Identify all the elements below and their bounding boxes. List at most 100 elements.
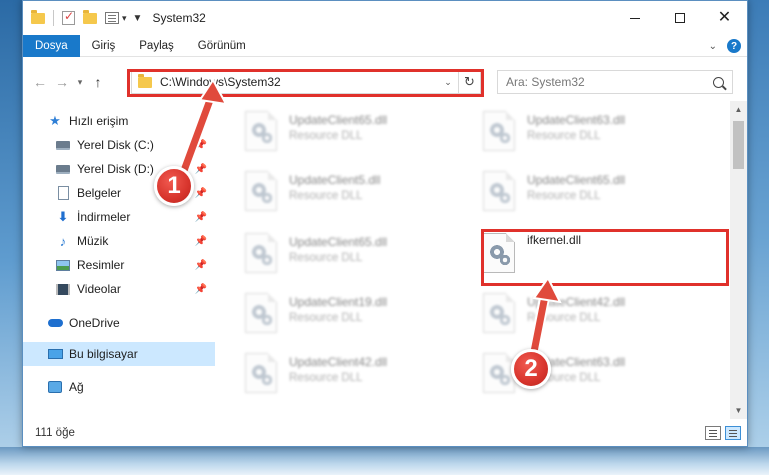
- tab-giris[interactable]: Giriş: [80, 40, 128, 52]
- file-name: UpdateClient65.dll: [289, 235, 388, 249]
- properties-check-icon[interactable]: [62, 9, 75, 25]
- window-controls: ✕: [612, 1, 747, 35]
- nav-item-label: Belgeler: [77, 186, 122, 200]
- file-name: UpdateClient65.dll: [289, 113, 388, 127]
- nav-item-label: Bu bilgisayar: [69, 347, 138, 361]
- nav-item-pictures[interactable]: Resimler 📌: [23, 253, 215, 277]
- nav-item-label: İndirmeler: [77, 210, 131, 224]
- pin-icon[interactable]: 📌: [195, 260, 207, 271]
- pin-icon[interactable]: 📌: [195, 212, 207, 223]
- nav-item-local-disk-c[interactable]: Yerel Disk (C:) 📌: [23, 133, 215, 157]
- new-folder-icon[interactable]: [83, 9, 97, 25]
- vertical-scrollbar[interactable]: ▲ ▼: [730, 101, 747, 419]
- minimize-icon: [629, 17, 640, 19]
- forward-arrow-icon[interactable]: →: [51, 74, 73, 90]
- tab-dosya[interactable]: Dosya: [23, 34, 80, 57]
- file-name: UpdateClient65.dll: [527, 173, 626, 187]
- customize-toolbar-icon[interactable]: ▼: [133, 13, 143, 24]
- chevron-down-icon[interactable]: ▾: [122, 13, 127, 24]
- file-tile[interactable]: UpdateClient65.dll Resource DLL: [245, 109, 475, 159]
- expand-ribbon-chevron-icon[interactable]: ⌄: [709, 41, 717, 52]
- cloud-icon: [47, 315, 63, 331]
- nav-item-network[interactable]: Ağ: [23, 375, 215, 399]
- dll-file-icon: [245, 111, 277, 151]
- folder-icon: [31, 9, 45, 25]
- nav-item-label: Ağ: [69, 380, 84, 394]
- desktop-background-bottom: [0, 447, 769, 475]
- file-tile[interactable]: UpdateClient42.dll Resource DLL: [245, 351, 475, 401]
- file-type: Resource DLL: [527, 190, 601, 202]
- file-tile[interactable]: UpdateClient63.dll Resource DLL: [483, 109, 713, 159]
- nav-item-onedrive[interactable]: OneDrive: [23, 311, 215, 335]
- pin-icon[interactable]: 📌: [195, 236, 207, 247]
- file-name: UpdateClient42.dll: [289, 355, 388, 369]
- nav-item-label: OneDrive: [69, 316, 120, 330]
- search-placeholder: Ara: System32: [506, 75, 585, 89]
- nav-item-this-pc[interactable]: Bu bilgisayar: [23, 342, 215, 366]
- details-view-icon[interactable]: [705, 426, 721, 440]
- file-type: Resource DLL: [289, 252, 363, 264]
- file-tile[interactable]: UpdateClient42.dll Resource DLL: [483, 291, 713, 341]
- dll-file-icon: [245, 233, 277, 273]
- file-type: Resource DLL: [289, 312, 363, 324]
- tab-paylas[interactable]: Paylaş: [127, 40, 186, 52]
- file-type: Resource DLL: [289, 130, 363, 142]
- scroll-down-icon[interactable]: ▼: [730, 402, 747, 419]
- maximize-button[interactable]: [657, 1, 702, 35]
- search-input[interactable]: Ara: System32: [497, 70, 733, 94]
- file-type: Resource DLL: [527, 312, 601, 324]
- file-tile[interactable]: UpdateClient65.dll Resource DLL: [483, 169, 713, 219]
- dll-file-icon: [245, 353, 277, 393]
- nav-item-label: Yerel Disk (D:): [77, 162, 154, 176]
- file-tile[interactable]: UpdateClient19.dll Resource DLL: [245, 291, 475, 341]
- music-icon: ♪: [59, 233, 67, 249]
- view-toggles: [705, 426, 741, 440]
- nav-item-music[interactable]: ♪ Müzik 📌: [23, 229, 215, 253]
- pin-icon[interactable]: 📌: [195, 164, 207, 175]
- pictures-icon: [55, 257, 71, 273]
- scroll-thumb[interactable]: [733, 121, 744, 169]
- drive-icon: [55, 137, 71, 153]
- nav-item-downloads[interactable]: ⬇ İndirmeler 📌: [23, 205, 215, 229]
- nav-item-label: Resimler: [77, 258, 125, 272]
- large-icons-view-icon[interactable]: [725, 426, 741, 440]
- dll-file-icon: [245, 293, 277, 333]
- tab-gorunum[interactable]: Görünüm: [186, 40, 258, 52]
- pin-icon[interactable]: 📌: [195, 140, 207, 151]
- navigation-pane: ★ Hızlı erişim Yerel Disk (C:) 📌 Yerel D…: [23, 107, 215, 417]
- nav-item-quick-access[interactable]: ★ Hızlı erişim: [23, 109, 215, 133]
- drive-icon: [55, 161, 71, 177]
- dll-file-icon: [483, 111, 515, 151]
- dll-file-icon: [245, 171, 277, 211]
- scroll-up-icon[interactable]: ▲: [730, 101, 747, 118]
- search-icon[interactable]: [713, 76, 724, 88]
- file-tile[interactable]: UpdateClient5.dll Resource DLL: [245, 169, 475, 219]
- address-highlight-box: [127, 69, 484, 97]
- dll-file-icon: [483, 353, 515, 393]
- recent-locations-chevron-icon[interactable]: ▾: [73, 77, 87, 88]
- nav-item-videos[interactable]: Videolar 📌: [23, 277, 215, 301]
- window-title: System32: [152, 11, 206, 25]
- nav-item-label: Yerel Disk (C:): [77, 138, 154, 152]
- close-button[interactable]: ✕: [702, 1, 747, 35]
- help-icon[interactable]: ?: [727, 39, 741, 53]
- pin-icon[interactable]: 📌: [195, 284, 207, 295]
- pin-icon[interactable]: 📌: [195, 188, 207, 199]
- download-icon: ⬇: [57, 209, 69, 224]
- quick-access-properties-icon[interactable]: [105, 12, 119, 24]
- dll-file-icon: [483, 171, 515, 211]
- ribbon-right-controls: ⌄ ?: [709, 39, 741, 53]
- file-tile[interactable]: UpdateClient65.dll Resource DLL: [245, 231, 475, 281]
- desktop-background-right: [747, 0, 769, 475]
- network-icon: [47, 379, 63, 395]
- up-arrow-icon[interactable]: ↑: [87, 74, 109, 90]
- item-count: 111 öğe: [35, 427, 75, 439]
- back-arrow-icon[interactable]: ←: [29, 74, 51, 90]
- close-icon: ✕: [717, 9, 732, 26]
- title-bar: ▾ ▼ System32 ✕: [23, 1, 747, 35]
- video-icon: [55, 281, 71, 297]
- nav-item-label: Videolar: [77, 282, 121, 296]
- desktop-background-left: [0, 0, 22, 475]
- minimize-button[interactable]: [612, 1, 657, 35]
- quick-access-separator: [53, 10, 54, 26]
